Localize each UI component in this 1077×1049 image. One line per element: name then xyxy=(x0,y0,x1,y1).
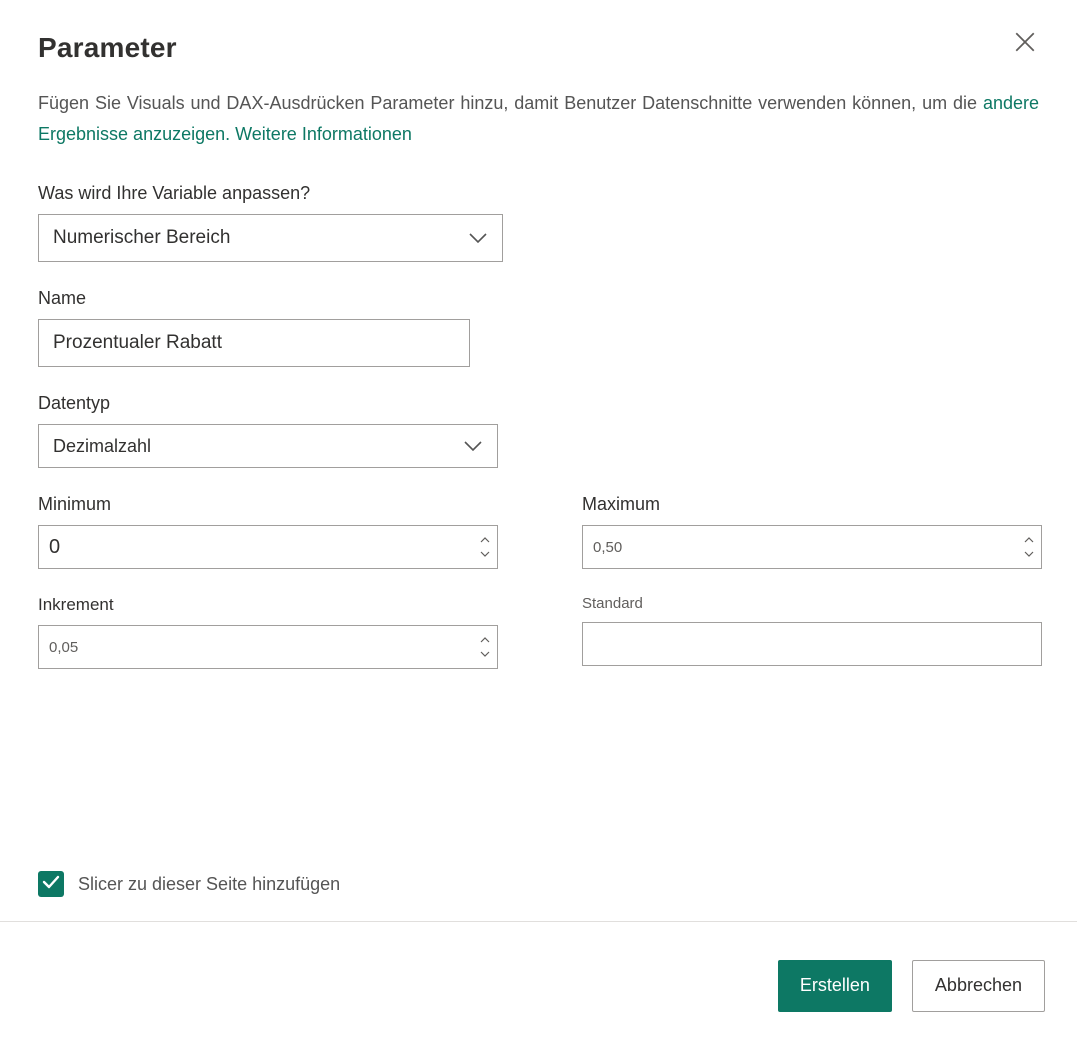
spinner-up-icon[interactable] xyxy=(1021,534,1037,546)
adjust-label: Was wird Ihre Variable anpassen? xyxy=(38,183,1039,204)
maximum-label: Maximum xyxy=(582,494,1042,515)
create-button[interactable]: Erstellen xyxy=(778,960,892,1012)
datatype-label: Datentyp xyxy=(38,393,1039,414)
add-slicer-label: Slicer zu dieser Seite hinzufügen xyxy=(78,874,340,895)
close-icon xyxy=(1015,39,1035,56)
maximum-input[interactable] xyxy=(583,526,1017,568)
dialog-intro: Fügen Sie Visuals und DAX-Ausdrücken Par… xyxy=(38,88,1039,149)
default-label: Standard xyxy=(582,595,1042,612)
name-input[interactable] xyxy=(38,319,470,367)
increment-label: Inkrement xyxy=(38,595,498,615)
spinner-down-icon[interactable] xyxy=(477,548,493,560)
spinner-down-icon[interactable] xyxy=(1021,548,1037,560)
checkmark-icon xyxy=(42,875,60,894)
adjust-select-value: Numerischer Bereich xyxy=(53,227,230,249)
chevron-down-icon xyxy=(468,232,488,244)
minimum-spinner[interactable] xyxy=(38,525,498,569)
intro-text: Fügen Sie Visuals und DAX-Ausdrücken Par… xyxy=(38,93,983,113)
close-button[interactable] xyxy=(1015,32,1035,57)
adjust-select[interactable]: Numerischer Bereich xyxy=(38,214,503,262)
minimum-input[interactable] xyxy=(39,526,473,568)
datatype-select-value: Dezimalzahl xyxy=(53,436,151,457)
spinner-up-icon[interactable] xyxy=(477,634,493,646)
datatype-select[interactable]: Dezimalzahl xyxy=(38,424,498,468)
name-label: Name xyxy=(38,288,1039,309)
maximum-spinner[interactable] xyxy=(582,525,1042,569)
add-slicer-checkbox[interactable] xyxy=(38,871,64,897)
spinner-up-icon[interactable] xyxy=(477,534,493,546)
spinner-down-icon[interactable] xyxy=(477,648,493,660)
parameter-dialog: Parameter Fügen Sie Visuals und DAX-Ausd… xyxy=(0,0,1077,1049)
increment-spinner[interactable] xyxy=(38,625,498,669)
cancel-button[interactable]: Abbrechen xyxy=(912,960,1045,1012)
default-input[interactable] xyxy=(582,622,1042,666)
dialog-footer: Erstellen Abbrechen xyxy=(0,921,1077,1049)
increment-input[interactable] xyxy=(39,626,473,668)
chevron-down-icon xyxy=(463,440,483,452)
dialog-title: Parameter xyxy=(38,32,1039,64)
minimum-label: Minimum xyxy=(38,494,498,515)
